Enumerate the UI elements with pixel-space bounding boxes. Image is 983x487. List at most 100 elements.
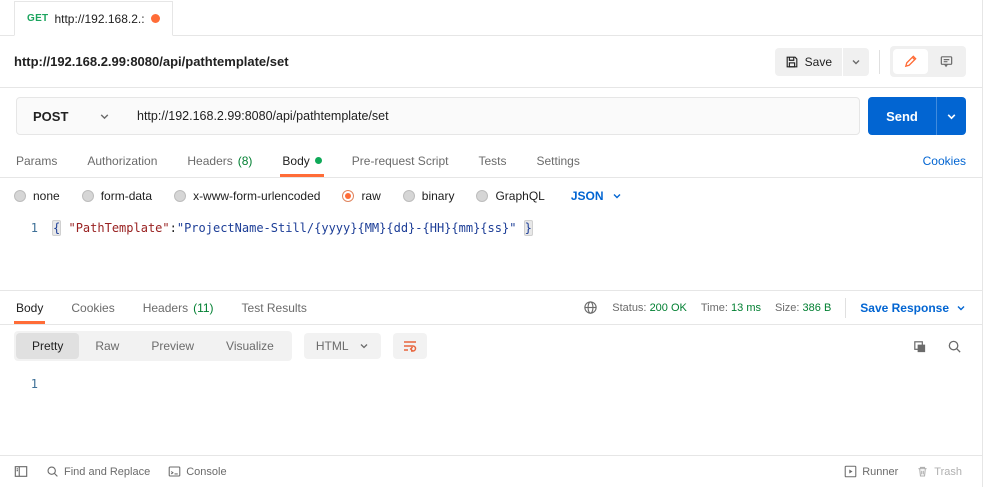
actions-divider [879,50,880,74]
response-meta: Status: 200 OK Time: 13 ms Size: 386 B S… [583,291,966,324]
chevron-down-icon [359,341,369,351]
code-string-value: "ProjectName-Still/{yyyy}{MM}{dd}-{HH}{m… [177,221,517,235]
response-body-viewer[interactable]: 1 [0,367,982,455]
tab-settings[interactable]: Settings [535,144,582,177]
tab-method-label: GET [27,13,48,24]
edit-button[interactable] [893,49,928,74]
editor-line-number: 1 [0,221,52,290]
send-options-button[interactable] [936,97,966,135]
view-pretty[interactable]: Pretty [16,333,79,359]
format-select-value: HTML [316,339,349,353]
send-button-group: Send [868,97,966,135]
comment-button[interactable] [930,49,963,74]
comment-icon [939,54,954,69]
view-raw[interactable]: Raw [79,333,135,359]
request-tabs: Params Authorization Headers (8) Body Pr… [0,144,982,178]
response-tab-headers[interactable]: Headers (11) [141,291,216,324]
response-header-spacer [333,291,583,324]
find-and-replace-button[interactable]: Find and Replace [40,461,156,482]
wrap-lines-button[interactable] [393,333,427,359]
runner-icon [844,465,857,478]
tab-pre-request-script[interactable]: Pre-request Script [350,144,451,177]
search-icon [46,465,59,478]
chevron-down-icon [851,57,861,67]
save-response-button[interactable]: Save Response [860,301,966,315]
status-bar: Find and Replace Console Runner [0,455,982,487]
tab-params[interactable]: Params [14,144,59,177]
edit-comment-group [890,46,966,77]
tab-title: http://192.168.2.: [54,12,144,26]
body-type-x-www-form-urlencoded[interactable]: x-www-form-urlencoded [174,189,320,203]
url-input[interactable]: http://192.168.2.99:8080/api/pathtemplat… [122,109,859,123]
headers-count-badge: (8) [238,154,253,168]
trash-icon [916,465,929,478]
tab-body[interactable]: Body [280,144,323,177]
format-select[interactable]: HTML [304,333,381,359]
method-select-value: POST [33,109,68,124]
runner-button[interactable]: Runner [838,461,904,482]
unsaved-changes-dot-icon [151,14,160,23]
tabs-spacer [608,144,923,177]
request-title: http://192.168.2.99:8080/api/pathtemplat… [14,54,289,69]
open-request-tab[interactable]: GET http://192.168.2.: [14,1,173,36]
body-type-form-data[interactable]: form-data [82,189,152,203]
pencil-icon [903,54,918,69]
sidebar-toggle-button[interactable] [8,461,34,482]
status-badge: Status: 200 OK [612,302,687,314]
radio-icon [82,190,94,202]
meta-divider [845,298,846,318]
chevron-down-icon [612,191,622,201]
request-body-editor[interactable]: 1 { "PathTemplate":"ProjectName-Still/{y… [0,214,982,291]
chevron-down-icon [946,111,957,122]
sidebar-toggle-icon [14,465,28,478]
search-response-button[interactable] [943,335,966,358]
search-icon [947,339,962,354]
body-type-binary[interactable]: binary [403,189,455,203]
language-select[interactable]: JSON [571,189,622,203]
radio-icon [174,190,186,202]
chevron-down-icon [956,303,966,313]
copy-icon [912,339,927,354]
response-headers-count-badge: (11) [193,301,213,315]
response-tab-test-results[interactable]: Test Results [240,291,309,324]
method-select[interactable]: POST [17,109,122,124]
view-visualize[interactable]: Visualize [210,333,290,359]
response-header: Body Cookies Headers (11) Test Results S… [0,291,982,325]
body-type-none[interactable]: none [14,189,60,203]
cookies-link[interactable]: Cookies [923,154,966,168]
radio-selected-icon [342,190,354,202]
copy-response-button[interactable] [908,335,931,358]
save-button[interactable]: Save [775,48,842,76]
save-button-label: Save [805,55,832,69]
postman-app: GET http://192.168.2.: http://192.168.2.… [0,0,983,487]
view-segmented-control: Pretty Raw Preview Visualize [14,331,292,361]
language-select-value: JSON [571,189,604,203]
request-tab-strip: GET http://192.168.2.: [0,0,982,36]
tab-tests[interactable]: Tests [476,144,508,177]
send-button[interactable]: Send [868,97,936,135]
response-tab-cookies[interactable]: Cookies [69,291,116,324]
body-type-graphql[interactable]: GraphQL [476,189,544,203]
radio-icon [403,190,415,202]
body-type-raw[interactable]: raw [342,189,380,203]
console-button[interactable]: Console [162,461,232,482]
save-button-group: Save [775,48,869,76]
save-icon [785,55,799,69]
request-title-row: http://192.168.2.99:8080/api/pathtemplat… [0,36,982,88]
response-line-number: 1 [0,377,52,455]
body-has-content-dot-icon [315,157,322,164]
url-input-group: POST http://192.168.2.99:8080/api/pathte… [16,97,860,135]
radio-icon [476,190,488,202]
code-key: "PathTemplate" [68,221,169,235]
chevron-down-icon [99,111,110,122]
editor-code-line: { "PathTemplate":"ProjectName-Still/{yyy… [52,221,533,290]
network-globe-icon[interactable] [583,300,598,315]
tab-authorization[interactable]: Authorization [85,144,159,177]
trash-button[interactable]: Trash [910,461,968,482]
response-tab-body[interactable]: Body [14,291,45,324]
code-brace-close: } [524,220,533,236]
save-options-button[interactable] [842,48,869,76]
view-preview[interactable]: Preview [135,333,210,359]
title-actions: Save [775,46,966,77]
tab-headers[interactable]: Headers (8) [185,144,254,177]
